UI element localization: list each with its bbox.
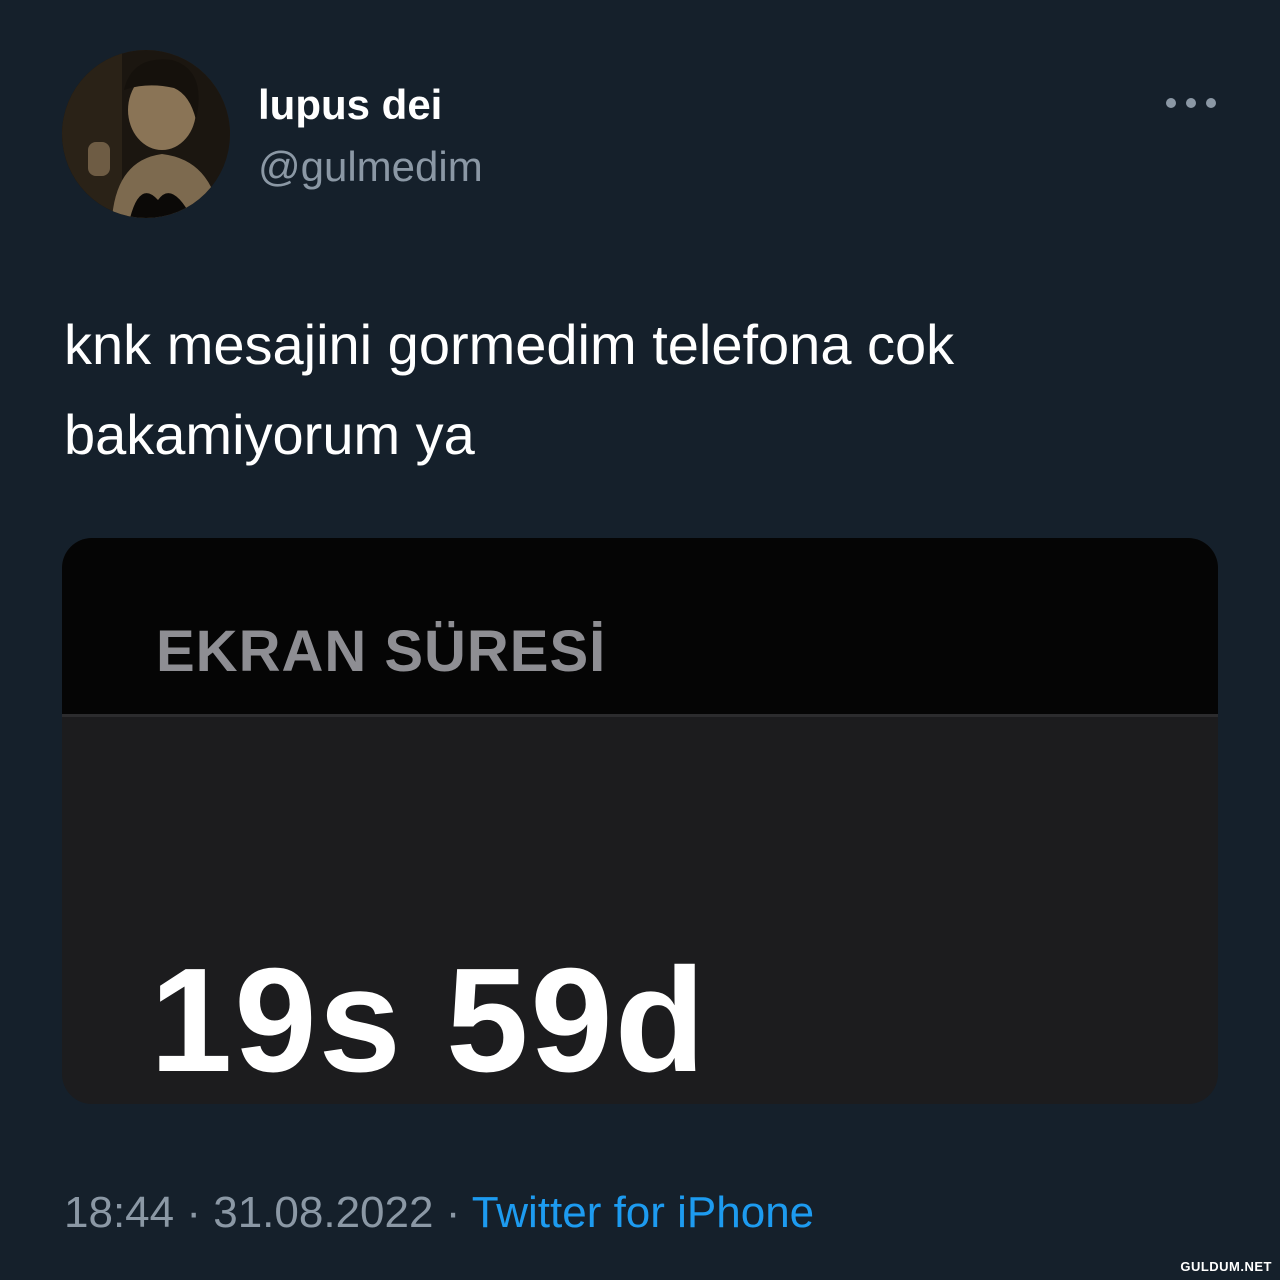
more-dot	[1206, 98, 1216, 108]
tweet-media-image[interactable]: EKRAN SÜRESİ 19s 59d	[62, 538, 1218, 1104]
screen-time-value: 19s 59d	[150, 938, 708, 1103]
media-divider	[62, 714, 1218, 717]
meta-separator: ·	[445, 1188, 461, 1237]
tweet-date[interactable]: 31.08.2022	[213, 1188, 433, 1237]
more-dot	[1186, 98, 1196, 108]
media-header: EKRAN SÜRESİ	[62, 538, 1218, 714]
meta-separator: ·	[186, 1188, 201, 1237]
more-options-icon[interactable]	[1166, 90, 1216, 116]
author-handle[interactable]: @gulmedim	[258, 142, 483, 192]
screen-time-label: EKRAN SÜRESİ	[156, 619, 607, 684]
avatar[interactable]	[62, 50, 230, 218]
profile-photo-icon	[62, 50, 230, 218]
tweet-text: knk mesajini gormedim telefona cok bakam…	[64, 300, 1214, 480]
tweet-time[interactable]: 18:44	[64, 1188, 174, 1237]
watermark: GULDUM.NET	[1180, 1259, 1272, 1274]
tweet-source-link[interactable]: Twitter for iPhone	[472, 1188, 814, 1237]
tweet-text-line: knk mesajini gormedim telefona cok	[64, 313, 955, 376]
tweet-meta: 18:44 · 31.08.2022 · Twitter for iPhone	[64, 1186, 814, 1240]
tweet-text-line: bakamiyorum ya	[64, 403, 475, 466]
more-dot	[1166, 98, 1176, 108]
author-display-name[interactable]: lupus dei	[258, 80, 442, 130]
